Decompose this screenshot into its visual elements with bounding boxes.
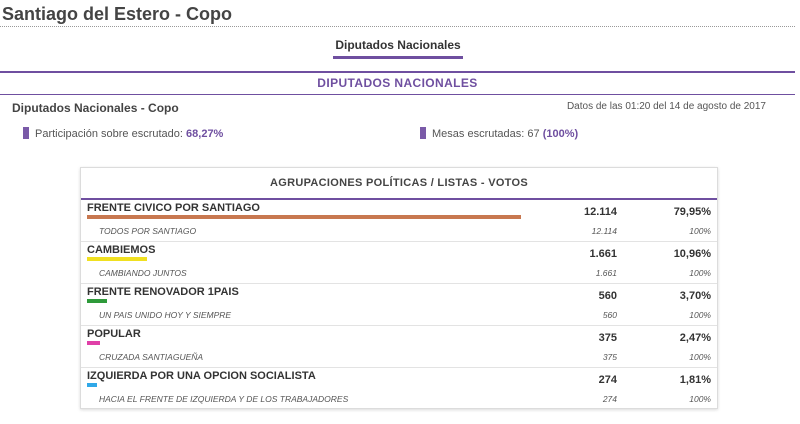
list-name: TODOS POR SANTIAGO — [99, 226, 197, 236]
list-percent: 100% — [689, 268, 711, 278]
list-votes: 12.114 — [591, 226, 617, 236]
party-vote-bar — [87, 299, 107, 303]
list-name: CRUZADA SANTIAGUEÑA — [99, 352, 204, 362]
list-percent: 100% — [689, 352, 711, 362]
list-percent: 100% — [689, 394, 711, 404]
party-vote-bar — [87, 215, 521, 219]
list-name: HACIA EL FRENTE DE IZQUIERDA Y DE LOS TR… — [99, 394, 349, 404]
party-votes: 375 — [598, 332, 617, 344]
participation-marker-icon — [23, 127, 29, 139]
section-divider — [0, 94, 795, 95]
results-table: AGRUPACIONES POLÍTICAS / LISTAS - VOTOS … — [80, 167, 718, 409]
party-name: IZQUIERDA POR UNA OPCION SOCIALISTA — [87, 370, 316, 382]
table-row: FRENTE RENOVADOR 1PAIS 560 3,70% UN PAIS UN… — [81, 284, 717, 326]
tab-diputados-nacionales[interactable]: Diputados Nacionales — [333, 34, 463, 58]
list-percent: 100% — [689, 226, 711, 236]
table-row: FRENTE CIVICO POR SANTIAGO 12.114 79,95% TO… — [81, 200, 717, 242]
party-rows: FRENTE CIVICO POR SANTIAGO 12.114 79,95% TO… — [81, 200, 717, 409]
list-votes: 375 — [602, 352, 617, 362]
party-votes: 274 — [598, 374, 617, 386]
tabs-divider — [0, 71, 795, 73]
list-votes: 274 — [602, 394, 617, 404]
party-vote-bar — [87, 341, 100, 345]
page-title: Santiago del Estero - Copo — [2, 4, 233, 24]
party-percent: 3,70% — [679, 290, 711, 302]
list-name: UN PAIS UNIDO HOY Y SIEMPRE — [99, 310, 232, 320]
list-name: CAMBIANDO JUNTOS — [99, 268, 187, 278]
data-timestamp: Datos de las 01:20 del 14 de agosto de 2… — [566, 101, 766, 112]
party-votes: 560 — [598, 290, 617, 302]
list-votes: 560 — [602, 310, 617, 320]
section-heading: DIPUTADOS NACIONALES — [317, 76, 478, 90]
party-name: CAMBIEMOS — [87, 244, 156, 256]
table-row: IZQUIERDA POR UNA OPCION SOCIALISTA 274 1,… — [81, 368, 717, 409]
tables-stat: Mesas escrutadas: 67 (100%) — [420, 127, 578, 141]
tables-percent: (100%) — [542, 128, 579, 140]
party-name: FRENTE RENOVADOR 1PAIS — [87, 286, 239, 298]
table-row: CAMBIEMOS 1.661 10,96% CAMBIANDO JUNTOS 1.66… — [81, 242, 717, 284]
tables-count: 67 — [527, 128, 540, 140]
tables-label: Mesas escrutadas: — [432, 128, 525, 140]
party-percent: 2,47% — [679, 332, 711, 344]
participation-stat: Participación sobre escrutado: 68,27% — [23, 127, 223, 141]
participation-value: 68,27% — [186, 128, 224, 140]
party-vote-bar — [87, 383, 97, 387]
party-percent: 1,81% — [679, 374, 711, 386]
results-header: AGRUPACIONES POLÍTICAS / LISTAS - VOTOS — [270, 177, 528, 189]
tables-marker-icon — [420, 127, 426, 139]
table-row: POPULAR 375 2,47% CRUZADA SANTIAGUEÑA 375 100… — [81, 326, 717, 368]
party-name: POPULAR — [87, 328, 141, 340]
party-percent: 10,96% — [673, 248, 711, 260]
list-percent: 100% — [689, 310, 711, 320]
active-tab-indicator — [333, 56, 463, 59]
party-votes: 1.661 — [589, 248, 617, 260]
title-divider — [0, 26, 795, 27]
party-votes: 12.114 — [583, 206, 617, 218]
list-votes: 1.661 — [595, 268, 617, 278]
party-name: FRENTE CIVICO POR SANTIAGO — [87, 202, 260, 214]
section-subtitle: Diputados Nacionales - Copo — [12, 101, 179, 115]
party-percent: 79,95% — [673, 206, 711, 218]
participation-label: Participación sobre escrutado: — [35, 128, 183, 140]
party-vote-bar — [87, 257, 147, 261]
